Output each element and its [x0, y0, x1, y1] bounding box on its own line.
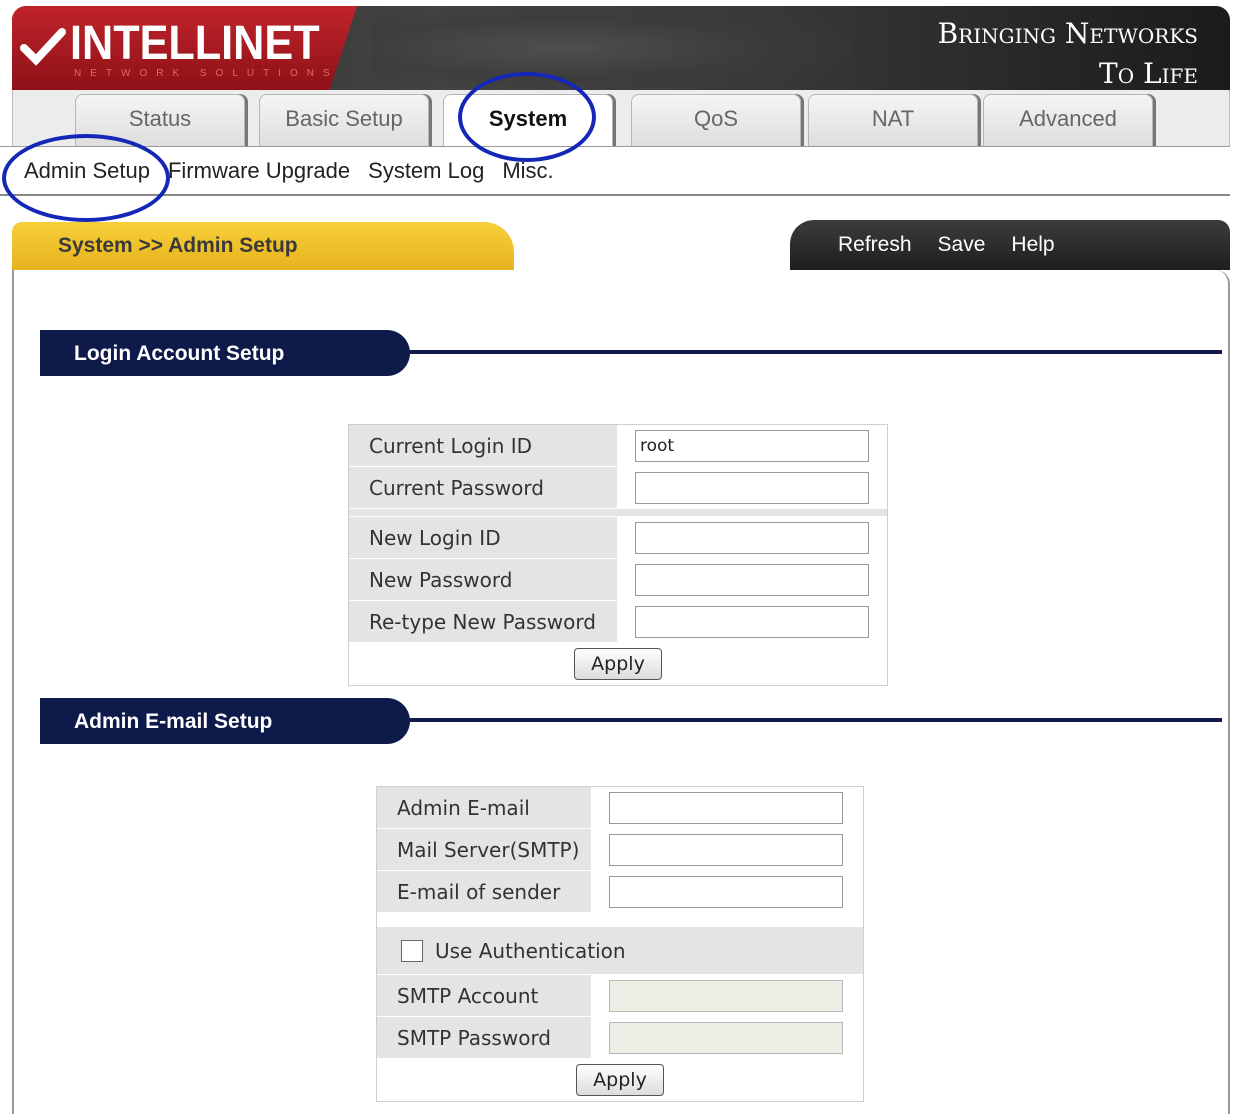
login-account-section-header: Login Account Setup	[40, 330, 1222, 376]
form-spacer	[349, 509, 887, 517]
form-row: Re-type New Password	[349, 601, 887, 643]
field-label: E-mail of sender	[377, 871, 591, 912]
tab-advanced[interactable]: Advanced	[983, 94, 1153, 146]
apply-row: Apply	[349, 643, 887, 685]
section-divider	[400, 718, 1222, 722]
field-cell	[591, 1017, 863, 1058]
logo: INTELLINET NETWORK SOLUTIONS	[12, 6, 357, 90]
form-row: SMTP Account	[377, 975, 863, 1017]
field-label: SMTP Password	[377, 1017, 591, 1058]
section-divider	[400, 350, 1222, 354]
current-login-id-input[interactable]	[635, 429, 869, 462]
save-link[interactable]: Save	[938, 233, 986, 257]
form-row: Mail Server(SMTP)	[377, 829, 863, 871]
form-row: Current Login ID	[349, 425, 887, 467]
breadcrumb-bar: System >> Admin Setup Refresh Save Help	[12, 220, 1230, 270]
sub-navigation: Admin Setup Firmware Upgrade System Log …	[0, 146, 1230, 196]
page-actions: Refresh Save Help	[790, 220, 1230, 270]
field-cell	[617, 425, 887, 466]
field-label: Admin E-mail	[377, 787, 591, 828]
smtp-account-input[interactable]	[609, 979, 843, 1012]
subnav-firmware-upgrade[interactable]: Firmware Upgrade	[168, 158, 350, 184]
field-label: New Login ID	[349, 517, 617, 558]
new-login-id-input[interactable]	[635, 521, 869, 554]
apply-row: Apply	[377, 1059, 863, 1101]
logo-text: INTELLINET	[70, 17, 320, 70]
section-title: Login Account Setup	[40, 330, 410, 376]
retype-password-input[interactable]	[635, 605, 869, 638]
form-row: Current Password	[349, 467, 887, 509]
smtp-password-input[interactable]	[609, 1021, 843, 1054]
field-label: SMTP Account	[377, 975, 591, 1016]
form-row: SMTP Password	[377, 1017, 863, 1059]
form-row: New Password	[349, 559, 887, 601]
subnav-misc[interactable]: Misc.	[502, 158, 553, 184]
sender-email-input[interactable]	[609, 875, 843, 908]
subnav-admin-setup[interactable]: Admin Setup	[24, 158, 150, 184]
apply-login-button[interactable]: Apply	[574, 647, 662, 680]
logo-subtext: NETWORK SOLUTIONS	[74, 68, 339, 79]
tab-nat[interactable]: NAT	[808, 94, 978, 146]
field-cell	[617, 517, 887, 558]
subnav-system-log[interactable]: System Log	[368, 158, 484, 184]
apply-email-button[interactable]: Apply	[576, 1063, 664, 1096]
slogan-line-1: Bringing Networks	[937, 17, 1198, 50]
main-tab-bar: Status Basic Setup System QoS NAT Advanc…	[12, 90, 1230, 146]
field-label: Current Login ID	[349, 425, 617, 466]
checkmark-icon	[20, 28, 66, 66]
field-cell	[591, 871, 863, 912]
use-authentication-checkbox[interactable]	[401, 939, 423, 962]
form-row: E-mail of sender	[377, 871, 863, 913]
new-password-input[interactable]	[635, 563, 869, 596]
admin-email-form: Admin E-mail Mail Server(SMTP) E-mail of…	[376, 786, 864, 1102]
field-cell	[591, 975, 863, 1016]
tab-qos[interactable]: QoS	[631, 94, 801, 146]
field-label: Current Password	[349, 467, 617, 508]
current-password-input[interactable]	[635, 471, 869, 504]
tab-status[interactable]: Status	[75, 94, 245, 146]
refresh-link[interactable]: Refresh	[838, 233, 912, 257]
use-authentication-label: Use Authentication	[435, 938, 626, 963]
form-row: New Login ID	[349, 517, 887, 559]
field-cell	[591, 829, 863, 870]
tab-basic-setup[interactable]: Basic Setup	[259, 94, 429, 146]
breadcrumb: System >> Admin Setup	[12, 222, 514, 270]
admin-email-section-header: Admin E-mail Setup	[40, 698, 1222, 744]
form-spacer	[377, 913, 863, 927]
login-account-form: Current Login ID Current Password New Lo…	[348, 424, 888, 686]
section-title: Admin E-mail Setup	[40, 698, 410, 744]
mail-server-input[interactable]	[609, 833, 843, 866]
field-label: Re-type New Password	[349, 601, 617, 642]
admin-email-input[interactable]	[609, 791, 843, 824]
help-link[interactable]: Help	[1011, 233, 1054, 257]
header: INTELLINET NETWORK SOLUTIONS Bringing Ne…	[12, 6, 1230, 90]
field-cell	[617, 467, 887, 508]
slogan: Bringing Networks To Life	[938, 14, 1198, 90]
content-area: Login Account Setup Current Login ID Cur…	[12, 270, 1230, 1114]
form-row: Admin E-mail	[377, 787, 863, 829]
slogan-line-2: To Life	[1099, 57, 1198, 90]
use-authentication-row: Use Authentication	[377, 927, 863, 975]
tab-system[interactable]: System	[443, 94, 613, 146]
field-label: Mail Server(SMTP)	[377, 829, 591, 870]
field-cell	[591, 787, 863, 828]
field-cell	[617, 601, 887, 642]
world-map-graphic	[372, 6, 852, 90]
field-label: New Password	[349, 559, 617, 600]
field-cell	[617, 559, 887, 600]
